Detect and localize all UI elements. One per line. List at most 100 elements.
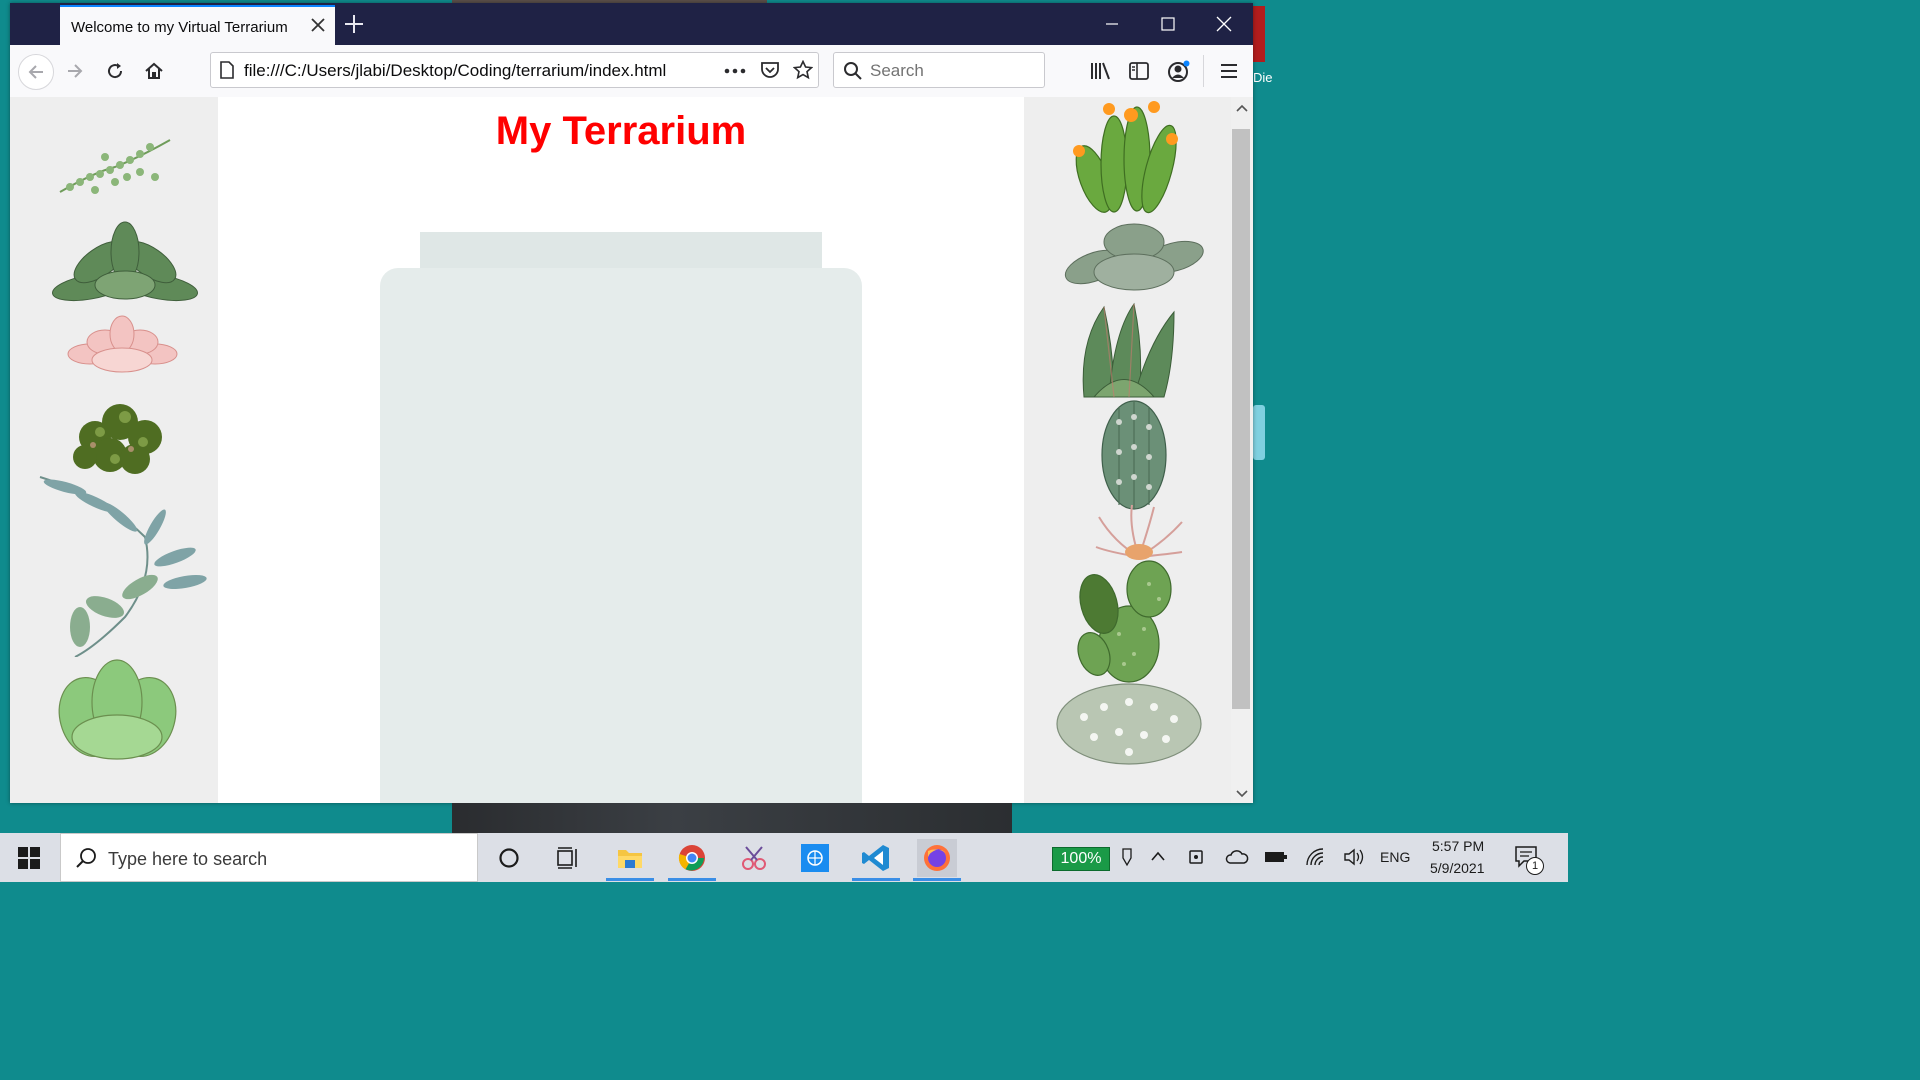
plant-aloe[interactable] [1074, 302, 1184, 402]
home-button[interactable] [139, 56, 169, 86]
back-arrow-icon [28, 65, 43, 79]
language-indicator[interactable]: ENG [1380, 849, 1410, 865]
more-icon[interactable] [724, 68, 746, 74]
close-window-icon[interactable] [1212, 12, 1236, 36]
tab-title: Welcome to my Virtual Terrarium [71, 19, 288, 36]
tab-terrarium[interactable]: Welcome to my Virtual Terrarium [60, 5, 335, 45]
reload-button[interactable] [100, 56, 130, 86]
plant-pale-succulent[interactable] [55, 657, 180, 762]
active-indicator [668, 878, 716, 881]
taskbar-search-placeholder: Type here to search [108, 849, 268, 869]
plant-eucalyptus[interactable] [35, 467, 210, 657]
action-center-button[interactable]: 1 [1514, 845, 1546, 877]
account-icon [1168, 60, 1190, 82]
chevron-up-icon[interactable] [1150, 850, 1166, 862]
meet-now-icon[interactable] [1188, 847, 1206, 867]
taskbar-search-box[interactable]: Type here to search [60, 833, 478, 882]
vscode-button[interactable] [852, 839, 900, 881]
volume-icon[interactable] [1343, 847, 1365, 867]
page-title: My Terrarium [495, 109, 747, 153]
plant-ball-cactus[interactable] [1054, 677, 1204, 767]
page-viewport: My Terrarium [10, 97, 1253, 803]
browser-window: Welcome to my Virtual Terrarium file:///… [10, 3, 1253, 803]
scissors-icon [742, 846, 766, 870]
sidebar-icon [1129, 62, 1149, 80]
folder-icon [618, 850, 642, 868]
vertical-scrollbar[interactable] [1231, 97, 1253, 803]
snip-sketch-button[interactable] [734, 839, 774, 877]
scrollbar-thumb[interactable] [1232, 129, 1250, 709]
notification-count-badge: 1 [1526, 857, 1544, 875]
jar-lid [420, 232, 822, 270]
clock-date[interactable]: 5/9/2021 [1430, 860, 1485, 876]
active-indicator [852, 878, 900, 881]
forward-arrow-icon [68, 64, 83, 78]
account-button[interactable] [1164, 56, 1194, 86]
task-view-icon [557, 847, 577, 869]
close-tab-icon[interactable] [309, 16, 327, 34]
windows-logo-icon [18, 847, 40, 869]
battery-percent-badge[interactable]: 100% [1052, 847, 1110, 871]
scroll-up-icon[interactable] [1236, 103, 1248, 113]
navigation-toolbar: file:///C:/Users/jlabi/Desktop/Coding/te… [10, 45, 1253, 98]
right-plant-container [1024, 97, 1231, 803]
plant-air-plant[interactable] [1094, 502, 1184, 562]
clock-time[interactable]: 5:57 PM [1432, 838, 1484, 854]
plant-green-rosette[interactable] [50, 217, 200, 307]
reload-icon [108, 63, 123, 79]
desktop-wallpaper [452, 803, 1012, 833]
scroll-down-icon[interactable] [1236, 789, 1248, 799]
search-bar[interactable]: Search [833, 52, 1045, 88]
left-plant-container [10, 97, 218, 803]
file-explorer-button[interactable] [606, 839, 654, 881]
plant-string-of-pearls[interactable] [55, 132, 175, 202]
vscode-icon [862, 845, 889, 871]
maximize-icon[interactable] [1156, 12, 1180, 36]
back-button[interactable] [18, 54, 54, 90]
cortana-button[interactable] [489, 839, 529, 877]
firefox-icon [924, 845, 950, 871]
start-button[interactable] [9, 839, 49, 877]
url-text: file:///C:/Users/jlabi/Desktop/Coding/te… [244, 61, 667, 80]
star-icon[interactable] [793, 60, 813, 80]
active-indicator [913, 878, 961, 881]
chrome-button[interactable] [668, 839, 716, 881]
app-button[interactable] [795, 839, 835, 877]
wifi-icon[interactable] [1305, 847, 1327, 867]
pen-icon[interactable] [1120, 847, 1134, 867]
terrarium-jar [380, 268, 862, 803]
desktop-shortcut-icon[interactable] [1253, 405, 1265, 460]
menu-icon [1221, 64, 1237, 78]
minimize-icon[interactable] [1100, 12, 1124, 36]
page-icon [220, 61, 234, 79]
desktop-shortcut-icon[interactable] [1253, 6, 1265, 62]
chrome-icon [678, 845, 705, 871]
menu-button[interactable] [1214, 56, 1244, 86]
home-icon [145, 62, 163, 79]
desktop-shortcut-label[interactable]: Die [1253, 70, 1273, 85]
battery-icon[interactable] [1264, 849, 1288, 865]
onedrive-icon[interactable] [1225, 849, 1249, 865]
plant-pink-rosette[interactable] [65, 312, 180, 377]
active-indicator [606, 878, 654, 881]
plant-column-cactus[interactable] [1094, 397, 1174, 512]
library-icon [1091, 62, 1110, 80]
forward-button[interactable] [60, 56, 90, 86]
plant-flowering-cactus[interactable] [1069, 99, 1184, 229]
toolbar-divider [1203, 55, 1204, 87]
new-tab-icon[interactable] [342, 12, 366, 36]
sidebar-button[interactable] [1124, 56, 1154, 86]
firefox-button[interactable] [913, 839, 961, 881]
url-bar[interactable]: file:///C:/Users/jlabi/Desktop/Coding/te… [210, 52, 819, 88]
plant-grey-rosette[interactable] [1064, 212, 1204, 297]
search-placeholder: Search [870, 61, 924, 80]
cortana-icon [499, 848, 519, 868]
library-button[interactable] [1086, 56, 1116, 86]
search-icon [844, 62, 862, 80]
globe-app-icon [801, 844, 829, 872]
task-view-button[interactable] [548, 839, 588, 877]
plant-prickly-pear[interactable] [1074, 559, 1184, 684]
pocket-icon[interactable] [760, 61, 780, 79]
taskbar: Type here to search 100% ENG 5:57 PM 5/9… [0, 833, 1568, 882]
title-bar: Welcome to my Virtual Terrarium [10, 3, 1253, 45]
